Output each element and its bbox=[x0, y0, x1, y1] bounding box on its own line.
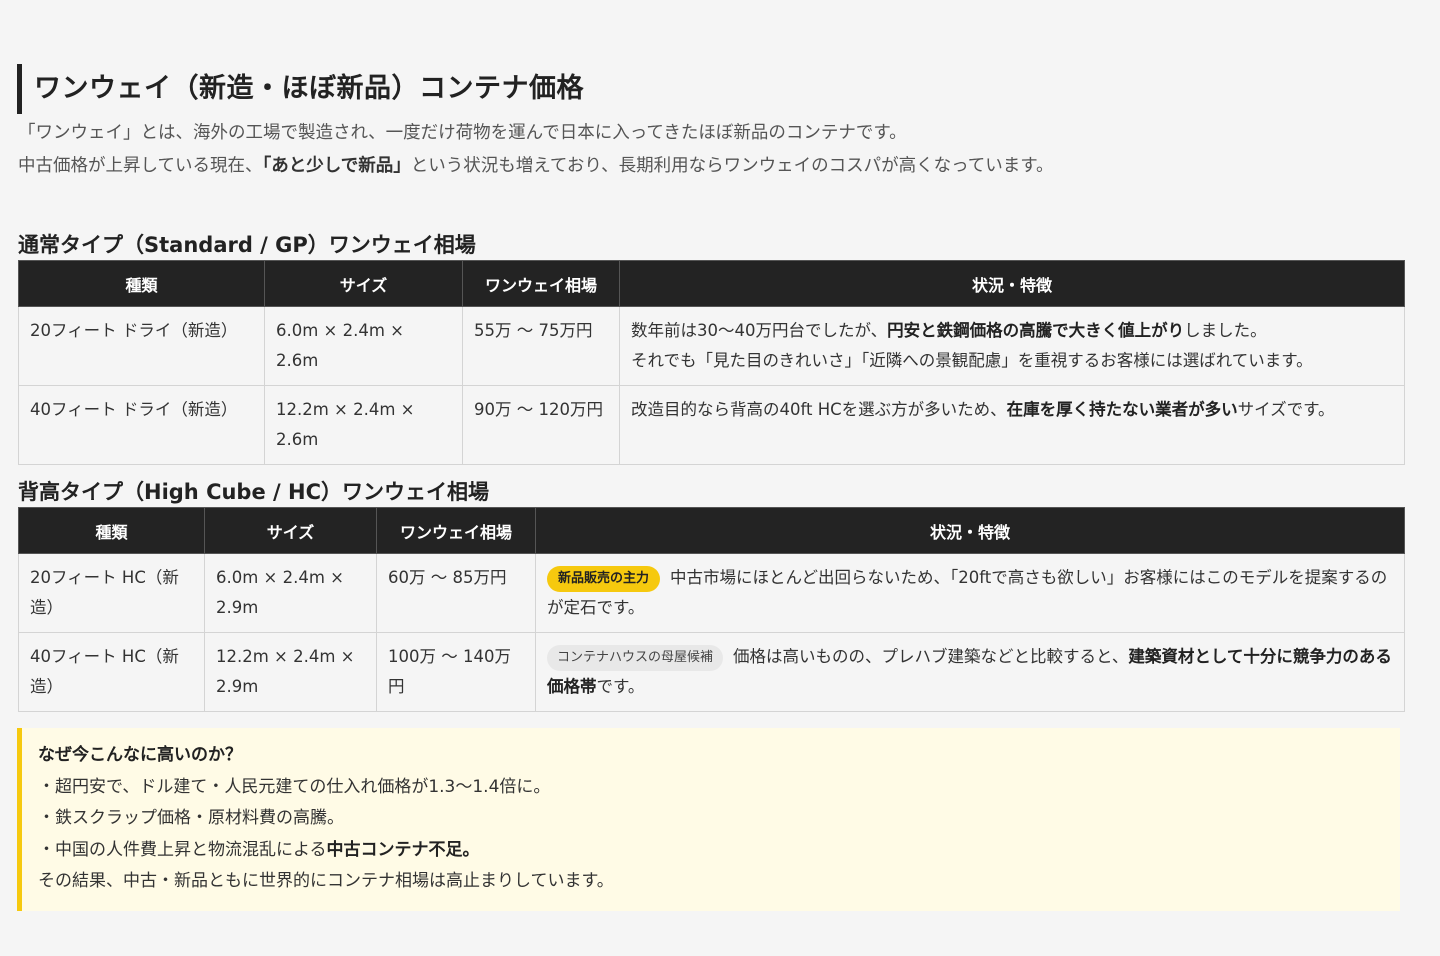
col-header-type: 種類 bbox=[18, 260, 265, 307]
house-candidate-badge: コンテナハウスの母屋候補 bbox=[547, 645, 724, 671]
page-heading: ワンウェイ（新造・ほぼ新品）コンテナ価格 bbox=[17, 64, 584, 115]
standard-price-table: 種類 サイズ ワンウェイ相場 状況・特徴 20フィート ドライ（新造） 6.0m… bbox=[18, 260, 1405, 465]
highcube-section-title: 背高タイプ（High Cube / HC）ワンウェイ相場 bbox=[18, 480, 489, 505]
note-item-3: ・中国の人件費上昇と物流混乱による中古コンテナ不足。 bbox=[38, 835, 1400, 867]
cell-type: 40フィート ドライ（新造） bbox=[18, 385, 265, 465]
cell-size: 6.0m × 2.4m × 2.6m bbox=[264, 306, 463, 386]
cell-size: 12.2m × 2.4m × 2.6m bbox=[264, 385, 463, 465]
desc-bold: 円安と鉄鋼価格の高騰で大きく値上がり bbox=[887, 321, 1185, 340]
main-product-badge: 新品販売の主力 bbox=[547, 566, 661, 592]
intro-text: 「ワンウェイ」とは、海外の工場で製造され、一度だけ荷物を運んで日本に入ってきたほ… bbox=[18, 117, 1054, 183]
intro-line-1: 「ワンウェイ」とは、海外の工場で製造され、一度だけ荷物を運んで日本に入ってきたほ… bbox=[18, 123, 907, 143]
desc-post: です。 bbox=[596, 677, 645, 696]
col-header-size: サイズ bbox=[204, 507, 377, 554]
cell-price: 55万 ～ 75万円 bbox=[462, 306, 620, 386]
col-header-type: 種類 bbox=[18, 507, 205, 554]
standard-section-title: 通常タイプ（Standard / GP）ワンウェイ相場 bbox=[18, 233, 476, 258]
highcube-price-table: 種類 サイズ ワンウェイ相場 状況・特徴 20フィート HC（新造） 6.0m … bbox=[18, 507, 1405, 712]
table-header-row: 種類 サイズ ワンウェイ相場 状況・特徴 bbox=[18, 260, 1405, 307]
note-title: なぜ今こんなに高いのか？ bbox=[38, 745, 242, 765]
col-header-price: ワンウェイ相場 bbox=[462, 260, 620, 307]
table-row: 20フィート ドライ（新造） 6.0m × 2.4m × 2.6m 55万 ～ … bbox=[18, 306, 1405, 386]
intro-line-2: 中古価格が上昇している現在、「あと少しで新品」という状況も増えており、長期利用な… bbox=[18, 150, 1054, 183]
note-item-3-bold: 中古コンテナ不足。 bbox=[326, 839, 480, 860]
table-row: 40フィート ドライ（新造） 12.2m × 2.4m × 2.6m 90万 ～… bbox=[18, 385, 1405, 465]
cell-desc: コンテナハウスの母屋候補 価格は高いものの、プレハブ建築などと比較すると、建築資材… bbox=[535, 632, 1405, 712]
note-conclusion: その結果、中古・新品ともに世界的にコンテナ相場は高止まりしています。 bbox=[38, 871, 614, 891]
price-reason-note: なぜ今こんなに高いのか？ ・超円安で、ドル建て・人民元建ての仕入れ価格が1.3～… bbox=[17, 728, 1400, 911]
col-header-desc: 状況・特徴 bbox=[619, 260, 1405, 307]
desc-pre: 価格は高いものの、プレハブ建築などと比較すると、 bbox=[733, 647, 1129, 666]
cell-price: 90万 ～ 120万円 bbox=[462, 385, 620, 465]
intro-line-2-pre: 中古価格が上昇している現在、 bbox=[18, 156, 263, 176]
cell-type: 20フィート HC（新造） bbox=[18, 553, 205, 633]
desc-post: サイズです。 bbox=[1237, 400, 1335, 419]
cell-price: 100万 ～ 140万円 bbox=[376, 632, 536, 712]
cell-desc: 改造目的なら背高の40ft HCを選ぶ方が多いため、在庫を厚く持たない業者が多い… bbox=[619, 385, 1405, 465]
col-header-size: サイズ bbox=[264, 260, 463, 307]
table-row: 20フィート HC（新造） 6.0m × 2.4m × 2.9m 60万 ～ 8… bbox=[18, 553, 1405, 633]
cell-size: 6.0m × 2.4m × 2.9m bbox=[204, 553, 377, 633]
desc-text: 中古市場にほとんど出回らないため、「20ftで高さも欲しい」お客様にはこのモデル… bbox=[547, 568, 1388, 617]
cell-desc: 新品販売の主力 中古市場にほとんど出回らないため、「20ftで高さも欲しい」お客様… bbox=[535, 553, 1405, 633]
note-item-3-pre: ・中国の人件費上昇と物流混乱による bbox=[38, 839, 327, 860]
intro-line-2-post: という状況も増えており、長期利用ならワンウェイのコスパが高くなっています。 bbox=[410, 156, 1054, 176]
note-item-2: ・鉄スクラップ価格・原材料費の高騰。 bbox=[38, 808, 344, 828]
table-row: 40フィート HC（新造） 12.2m × 2.4m × 2.9m 100万 ～… bbox=[18, 632, 1405, 712]
col-header-price: ワンウェイ相場 bbox=[376, 507, 536, 554]
cell-desc: 数年前は30～40万円台でしたが、円安と鉄鋼価格の高騰で大きく値上がりしました。… bbox=[619, 306, 1405, 386]
cell-price: 60万 ～ 85万円 bbox=[376, 553, 536, 633]
desc-pre: 数年前は30～40万円台でしたが、 bbox=[631, 321, 888, 340]
cell-type: 40フィート HC（新造） bbox=[18, 632, 205, 712]
desc-line-2: それでも「見た目のきれいさ」「近隣への景観配慮」を重視するお客様には選ばれていま… bbox=[631, 351, 1313, 370]
cell-type: 20フィート ドライ（新造） bbox=[18, 306, 265, 386]
col-header-desc: 状況・特徴 bbox=[535, 507, 1405, 554]
desc-bold: 在庫を厚く持たない業者が多い bbox=[1006, 400, 1238, 419]
desc-pre: 改造目的なら背高の40ft HCを選ぶ方が多いため、 bbox=[631, 400, 1007, 419]
cell-size: 12.2m × 2.4m × 2.9m bbox=[204, 632, 377, 712]
table-header-row: 種類 サイズ ワンウェイ相場 状況・特徴 bbox=[18, 507, 1405, 554]
intro-line-2-bold: 「あと少しで新品」 bbox=[262, 156, 411, 176]
desc-post: しました。 bbox=[1184, 321, 1267, 340]
note-item-1: ・超円安で、ドル建て・人民元建ての仕入れ価格が1.3～1.4倍に。 bbox=[38, 776, 551, 797]
